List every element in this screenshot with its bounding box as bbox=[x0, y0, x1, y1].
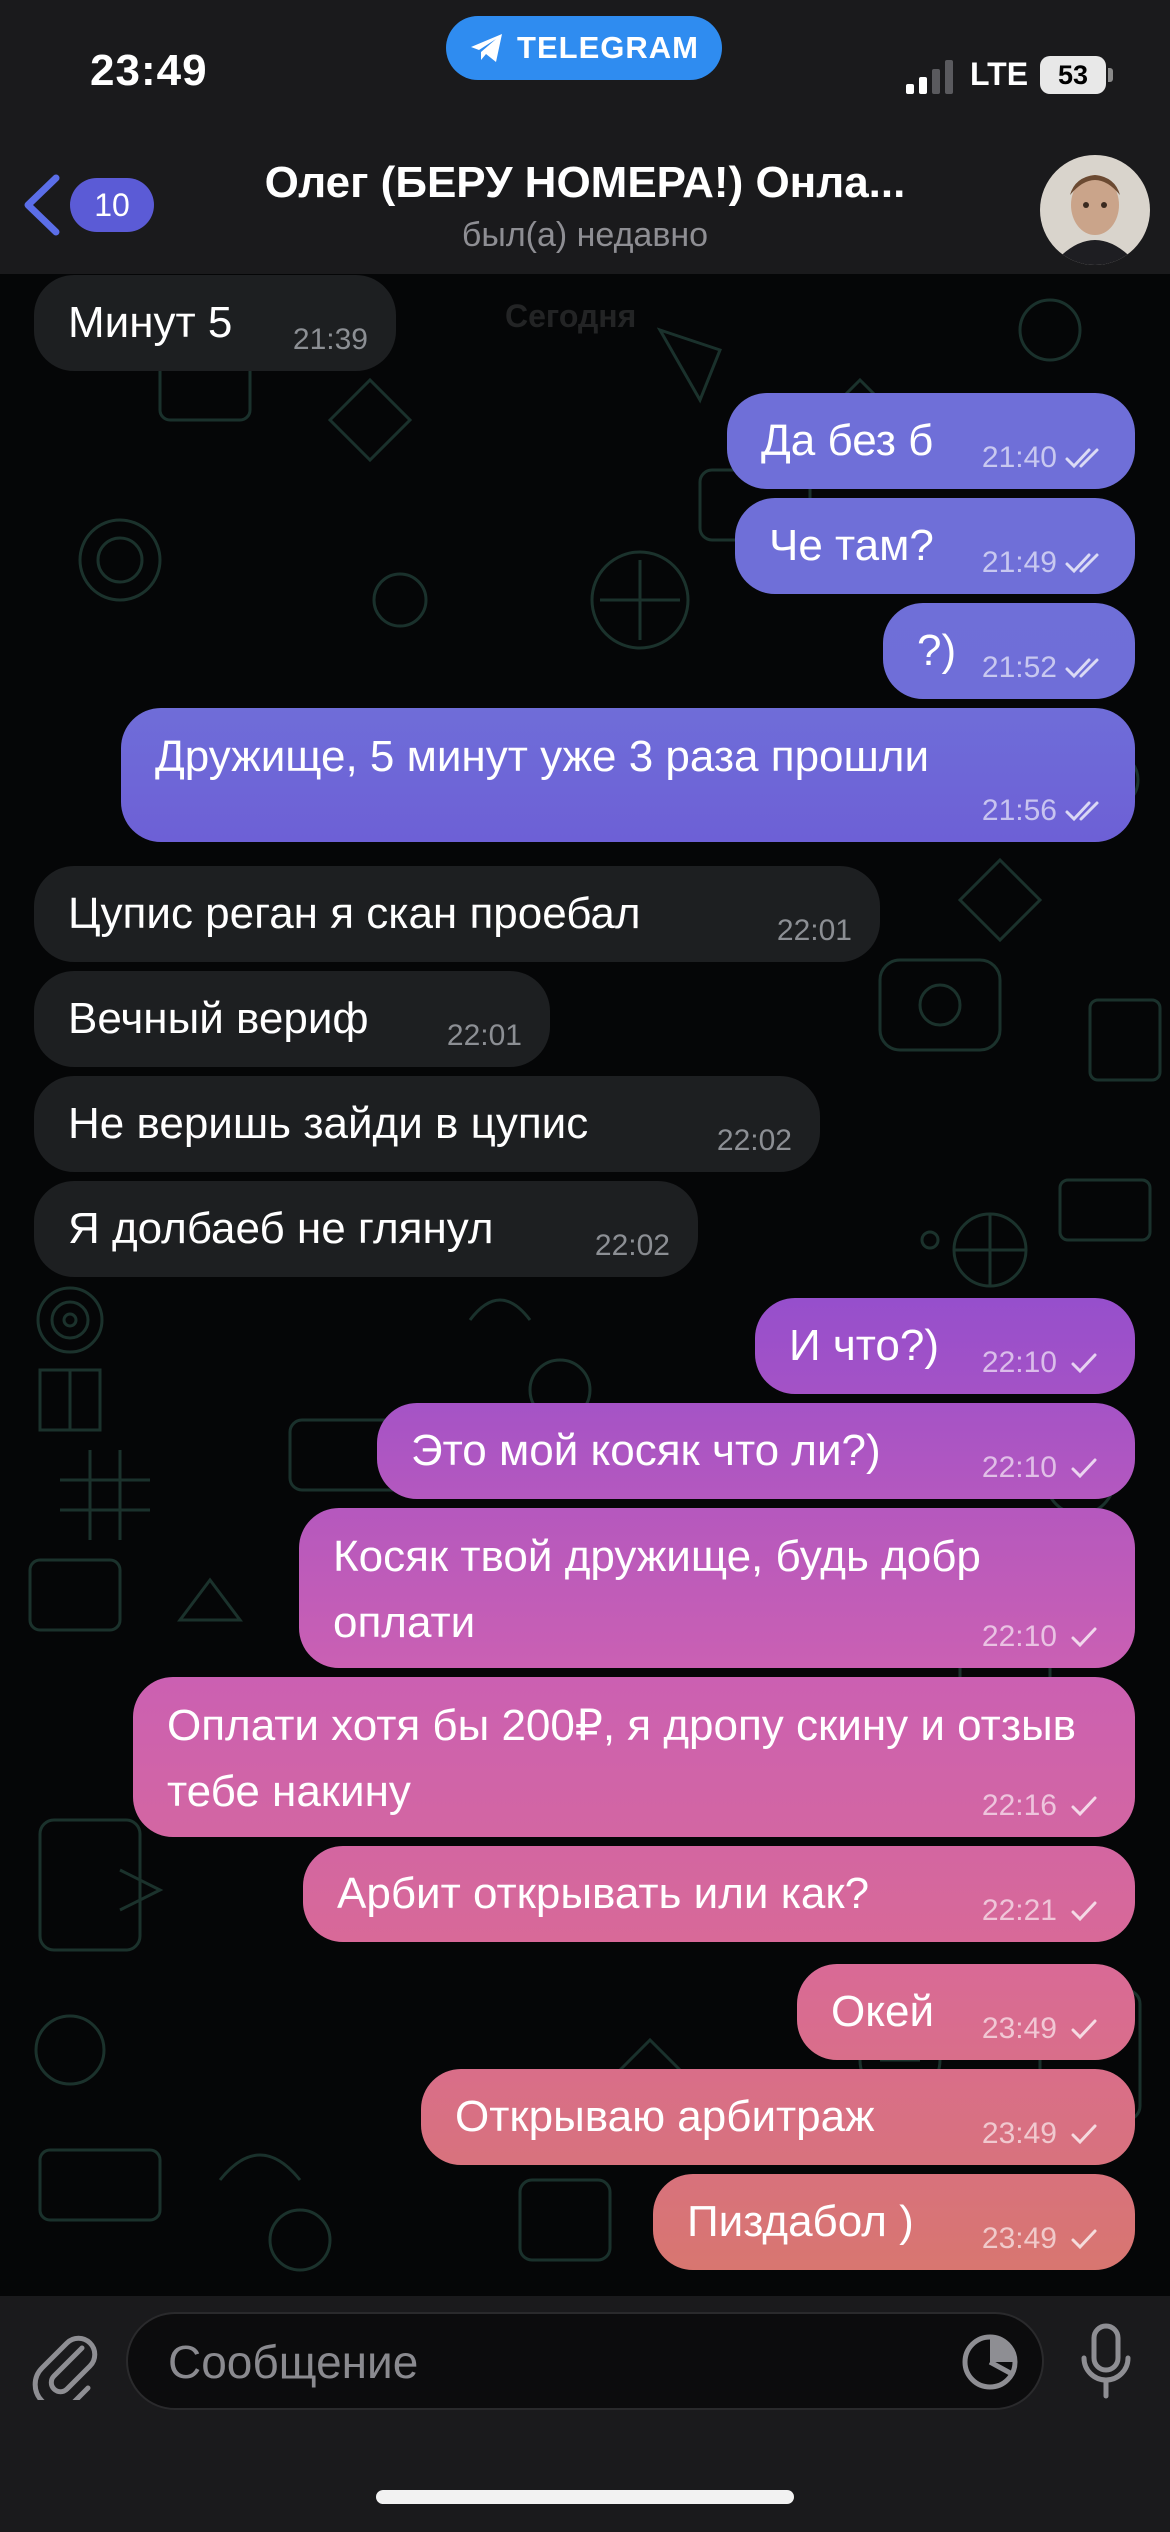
single-check-icon bbox=[1071, 1901, 1097, 1922]
message-meta: 21:40 bbox=[982, 443, 1107, 473]
message-time: 22:10 bbox=[981, 1346, 1057, 1379]
message-text: Не веришь зайди в цупис bbox=[68, 1099, 589, 1148]
message-time: 21:49 bbox=[981, 546, 1057, 579]
message-meta: 21:52 bbox=[982, 653, 1107, 683]
status-time: 23:49 bbox=[90, 46, 208, 95]
chat-title[interactable]: Олег (БЕРУ НОМЕРА!) Онла... bbox=[210, 158, 960, 208]
message-meta: 22:02 bbox=[595, 1231, 670, 1261]
message-time: 23:49 bbox=[981, 2012, 1057, 2045]
message-time: 23:49 bbox=[981, 2117, 1057, 2150]
telegram-chat-screen: 23:49 TELEGRAM LTE 53 10 Олег (БЕРУ НОМЕ… bbox=[0, 0, 1170, 2532]
incoming-message[interactable]: Цупис реган я скан проебал 22:01 bbox=[34, 866, 880, 962]
message-time: 22:21 bbox=[981, 1894, 1057, 1927]
message-meta: 21:39 bbox=[293, 325, 368, 355]
paperclip-icon[interactable] bbox=[30, 2326, 100, 2400]
single-check-icon bbox=[1071, 2124, 1097, 2145]
single-check-icon bbox=[1071, 2019, 1097, 2040]
cellular-signal-icon bbox=[906, 60, 953, 94]
message-time: 22:16 bbox=[981, 1789, 1057, 1822]
double-check-icon bbox=[1065, 658, 1099, 679]
message-time: 21:56 bbox=[981, 794, 1057, 827]
incoming-message[interactable]: Вечный вериф 22:01 bbox=[34, 971, 550, 1067]
avatar-photo bbox=[1040, 155, 1150, 265]
outgoing-message[interactable]: Арбит открывать или как? 22:21 bbox=[303, 1846, 1135, 1942]
single-check-icon bbox=[1071, 1458, 1097, 1479]
message-time: 22:02 bbox=[716, 1124, 792, 1157]
outgoing-message[interactable]: Оплати хотя бы 200₽, я дропу скину и отз… bbox=[133, 1677, 1135, 1837]
telegram-plane-icon bbox=[471, 34, 503, 62]
message-text: Цупис реган я скан проебал bbox=[68, 889, 641, 938]
outgoing-message[interactable]: Окей 23:49 bbox=[797, 1964, 1135, 2060]
message-time: 22:10 bbox=[981, 1620, 1057, 1653]
double-check-icon bbox=[1065, 801, 1099, 822]
unread-count-badge: 10 bbox=[70, 178, 154, 232]
message-meta: 21:49 bbox=[982, 548, 1107, 578]
date-separator: Сегодня bbox=[505, 298, 637, 334]
single-check-icon bbox=[1071, 1796, 1097, 1817]
message-meta: 23:49 bbox=[982, 2224, 1107, 2254]
message-input[interactable] bbox=[166, 2314, 950, 2410]
message-meta: 22:21 bbox=[982, 1896, 1107, 1926]
message-time: 22:02 bbox=[594, 1229, 670, 1262]
incoming-message[interactable]: Я долбаеб не глянул 22:02 bbox=[34, 1181, 698, 1277]
message-time: 21:40 bbox=[981, 441, 1057, 474]
battery-icon: 53 bbox=[1040, 56, 1106, 94]
battery-tip bbox=[1108, 68, 1113, 82]
double-check-icon bbox=[1065, 448, 1099, 469]
single-check-icon bbox=[1071, 1353, 1097, 1374]
telegram-pill-label: TELEGRAM bbox=[517, 30, 699, 65]
back-button[interactable]: 10 bbox=[18, 170, 158, 240]
single-check-icon bbox=[1071, 1627, 1097, 1648]
sticker-icon[interactable] bbox=[960, 2332, 1020, 2392]
outgoing-message[interactable]: Это мой косяк что ли?) 22:10 bbox=[377, 1403, 1135, 1499]
outgoing-message[interactable]: Косяк твой дружище, будь добр оплати 22:1… bbox=[299, 1508, 1135, 1668]
outgoing-message[interactable]: Да без б 21:40 bbox=[727, 393, 1135, 489]
message-meta: 22:01 bbox=[777, 916, 852, 946]
outgoing-message[interactable]: ?) 21:52 bbox=[883, 603, 1135, 699]
incoming-message[interactable]: Не веришь зайди в цупис 22:02 bbox=[34, 1076, 820, 1172]
contact-avatar[interactable] bbox=[1040, 155, 1150, 265]
chat-last-seen: был(а) недавно bbox=[461, 216, 709, 254]
single-check-icon bbox=[1071, 2229, 1097, 2250]
message-meta: 22:16 bbox=[982, 1791, 1107, 1821]
outgoing-message[interactable]: Дружище, 5 минут уже 3 раза прошли 21:56 bbox=[121, 708, 1135, 842]
chevron-left-icon bbox=[24, 174, 60, 236]
message-input-field[interactable] bbox=[126, 2312, 1044, 2410]
microphone-icon[interactable] bbox=[1076, 2322, 1136, 2402]
message-meta: 22:10 bbox=[982, 1348, 1107, 1378]
message-time: 22:10 bbox=[981, 1451, 1057, 1484]
outgoing-message[interactable]: И что?) 22:10 bbox=[755, 1298, 1135, 1394]
message-meta: 21:56 bbox=[982, 796, 1107, 826]
message-time: 22:01 bbox=[776, 914, 852, 947]
message-meta: 23:49 bbox=[982, 2014, 1107, 2044]
message-meta: 22:10 bbox=[982, 1453, 1107, 1483]
incoming-message[interactable]: Минут 5 21:39 bbox=[34, 275, 396, 371]
home-indicator bbox=[376, 2490, 794, 2504]
message-time: 21:39 bbox=[292, 323, 368, 356]
message-time: 22:01 bbox=[446, 1019, 522, 1052]
network-type: LTE bbox=[970, 56, 1029, 92]
message-meta: 23:49 bbox=[982, 2119, 1107, 2149]
message-text: Дружище, 5 минут уже 3 раза прошли bbox=[155, 732, 930, 781]
outgoing-message[interactable]: Пиздабол ) 23:49 bbox=[653, 2174, 1135, 2270]
outgoing-message[interactable]: Че там? 21:49 bbox=[735, 498, 1135, 594]
message-time: 21:52 bbox=[981, 651, 1057, 684]
message-meta: 22:10 bbox=[982, 1622, 1107, 1652]
double-check-icon bbox=[1065, 553, 1099, 574]
message-time: 23:49 bbox=[981, 2222, 1057, 2255]
message-meta: 22:01 bbox=[447, 1021, 522, 1051]
telegram-app-pill[interactable]: TELEGRAM bbox=[446, 16, 722, 80]
outgoing-message[interactable]: Открываю арбитраж 23:49 bbox=[421, 2069, 1135, 2165]
message-meta: 22:02 bbox=[717, 1126, 792, 1156]
